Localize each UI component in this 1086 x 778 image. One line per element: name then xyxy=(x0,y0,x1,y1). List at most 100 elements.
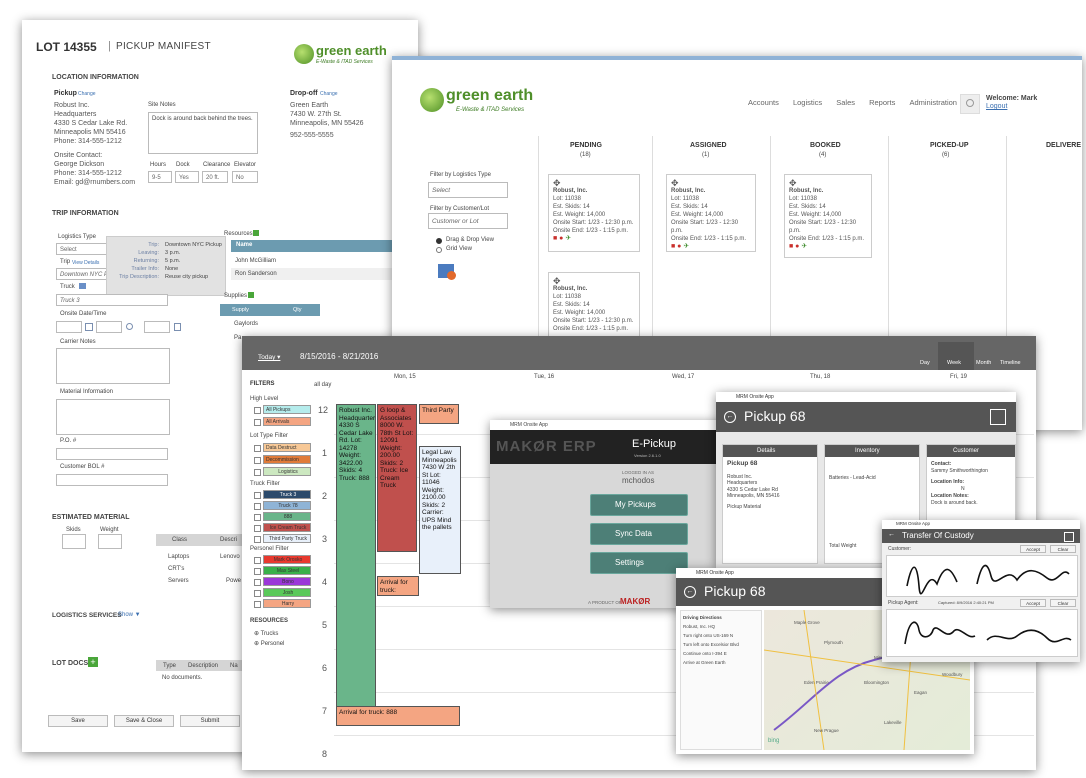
po-input[interactable] xyxy=(56,448,168,460)
material-info-textarea[interactable] xyxy=(56,399,170,435)
all-arrivals-checkbox[interactable] xyxy=(254,419,261,426)
max-checkbox[interactable] xyxy=(254,568,261,575)
nav-logistics[interactable]: Logistics xyxy=(793,98,822,107)
event-arrival-truck[interactable]: Arrival for truck: xyxy=(377,576,419,596)
truck3-checkbox[interactable] xyxy=(254,492,261,499)
assigned-card[interactable]: ✥ Robust, Inc. Lot: 11038 Est. Skids: 14 Es… xyxy=(666,174,756,252)
truck-select[interactable]: Truck 3 xyxy=(56,294,168,306)
truck78-checkbox[interactable] xyxy=(254,503,261,510)
resource-personel-link[interactable]: ⊕ Personel xyxy=(254,640,284,647)
logout-link[interactable]: Logout xyxy=(986,103,1007,110)
mark-checkbox[interactable] xyxy=(254,557,261,564)
event-gloop[interactable]: G loop & Associates 8000 W. 78th St Lot:… xyxy=(377,404,417,552)
all-pickups-filter[interactable]: All Pickups xyxy=(263,405,311,414)
clear-button[interactable]: Clear xyxy=(1050,545,1076,553)
view-week[interactable]: Week xyxy=(938,342,974,370)
event-robust[interactable]: Robust Inc. Headquarters 4330 S Cedar La… xyxy=(336,404,376,714)
harry-filter[interactable]: Harry xyxy=(263,599,311,608)
truck3-filter[interactable]: Truck 3 xyxy=(263,490,311,499)
sync-data-button[interactable]: Sync Data xyxy=(590,523,688,545)
view-timeline[interactable]: Timeline xyxy=(1000,360,1021,366)
clearance-input[interactable]: 20 ft. xyxy=(202,171,228,183)
trash-icon[interactable] xyxy=(174,323,181,331)
filter-type-select[interactable]: Select xyxy=(428,182,508,198)
home-icon[interactable] xyxy=(1064,532,1074,542)
third-party-checkbox[interactable] xyxy=(254,536,261,543)
resource-trucks-link[interactable]: ⊕ Trucks xyxy=(254,630,278,637)
data-destruct-filter[interactable]: Data Destruct xyxy=(263,443,311,452)
add-resource-icon[interactable] xyxy=(253,230,259,236)
add-supply-icon[interactable] xyxy=(248,292,254,298)
accept-button[interactable]: Accept xyxy=(1020,545,1046,553)
search-icon[interactable] xyxy=(960,94,980,114)
bono-checkbox[interactable] xyxy=(254,579,261,586)
logistics-filter[interactable]: Logistics xyxy=(263,467,311,476)
submit-button[interactable]: Submit xyxy=(180,715,240,727)
settings-button[interactable]: Settings xyxy=(590,552,688,574)
weight-input[interactable] xyxy=(98,534,122,549)
logistics-show-toggle[interactable]: Show ▼ xyxy=(118,612,141,618)
bono-filter[interactable]: Bono xyxy=(263,577,311,586)
carrier-notes-textarea[interactable] xyxy=(56,348,170,384)
clock-icon[interactable] xyxy=(126,323,133,330)
ice-cream-checkbox[interactable] xyxy=(254,525,261,532)
onsite-date-input[interactable] xyxy=(56,321,82,333)
accept-button[interactable]: Accept xyxy=(1020,599,1046,607)
view-month[interactable]: Month xyxy=(976,360,991,366)
filter-customer-input[interactable]: Customer or Lot xyxy=(428,213,508,229)
event-arrival-888[interactable]: Arrival for truck: 888 xyxy=(336,706,460,726)
all-pickups-checkbox[interactable] xyxy=(254,407,261,414)
customer-bol-input[interactable] xyxy=(56,474,168,486)
today-dropdown[interactable]: Today ▾ xyxy=(258,353,280,361)
nav-reports[interactable]: Reports xyxy=(869,98,895,107)
event-third-party[interactable]: Third Party xyxy=(419,404,459,424)
truck78-filter[interactable]: Truck 78 xyxy=(263,501,311,510)
pickup-change-link[interactable]: Change xyxy=(78,91,96,97)
pickup-card[interactable]: ✥ Robust, Inc. Lot: 11038 Est. Skids: 14 Es… xyxy=(548,174,640,252)
all-arrivals-filter[interactable]: All Arrivals xyxy=(263,417,311,426)
josh-checkbox[interactable] xyxy=(254,590,261,597)
mark-filter[interactable]: Mark Orosko xyxy=(263,555,311,564)
event-legal-law[interactable]: Legal Law Minneapolis 7430 W 2th St Lot:… xyxy=(419,446,461,574)
onsite-time-input[interactable] xyxy=(96,321,122,333)
home-icon[interactable] xyxy=(990,409,1006,425)
truck888-checkbox[interactable] xyxy=(254,514,261,521)
nav-administration[interactable]: Administration xyxy=(909,98,957,107)
clear-button[interactable]: Clear xyxy=(1050,599,1076,607)
hours-input[interactable]: 9-5 xyxy=(148,171,172,183)
drag-drop-radio[interactable] xyxy=(436,238,442,244)
calendar-clock-icon[interactable] xyxy=(438,264,456,280)
save-close-button[interactable]: Save & Close xyxy=(114,715,174,727)
josh-filter[interactable]: Josh xyxy=(263,588,311,597)
trip-view-details-link[interactable]: View Details xyxy=(72,260,99,266)
agent-signature-pad[interactable] xyxy=(886,609,1078,657)
harry-checkbox[interactable] xyxy=(254,601,261,608)
logistics-checkbox[interactable] xyxy=(254,469,261,476)
ice-cream-filter[interactable]: Ice Cream Truck xyxy=(263,523,311,532)
max-filter[interactable]: Max Steel xyxy=(263,566,311,575)
third-party-filter[interactable]: Third Party Truck xyxy=(263,534,311,543)
skids-input[interactable] xyxy=(62,534,86,549)
view-day[interactable]: Day xyxy=(920,360,930,366)
decommission-checkbox[interactable] xyxy=(254,457,261,464)
truck-calendar-icon[interactable] xyxy=(79,283,86,289)
customer-signature-pad[interactable] xyxy=(886,555,1078,597)
truck888-filter[interactable]: 888 xyxy=(263,512,311,521)
move-icon[interactable]: ✥ xyxy=(789,179,867,188)
grid-view-radio[interactable] xyxy=(436,247,442,253)
dock-input[interactable]: Yes xyxy=(175,171,199,183)
site-notes-textarea[interactable]: Dock is around back behind the trees. xyxy=(148,112,258,154)
elevator-input[interactable]: No xyxy=(232,171,258,183)
onsite-end-input[interactable] xyxy=(144,321,170,333)
move-icon[interactable]: ✥ xyxy=(553,179,635,188)
back-icon[interactable]: ← xyxy=(888,531,895,538)
decommission-filter[interactable]: Decommission xyxy=(263,455,311,464)
data-destruct-checkbox[interactable] xyxy=(254,445,261,452)
date-picker-icon[interactable] xyxy=(85,323,93,331)
my-pickups-button[interactable]: My Pickups xyxy=(590,494,688,516)
save-button[interactable]: Save xyxy=(48,715,108,727)
nav-accounts[interactable]: Accounts xyxy=(748,98,779,107)
nav-sales[interactable]: Sales xyxy=(836,98,855,107)
booked-card[interactable]: ✥ Robust, Inc. Lot: 11038 Est. Skids: 14 Es… xyxy=(784,174,872,258)
move-icon[interactable]: ✥ xyxy=(671,179,751,188)
